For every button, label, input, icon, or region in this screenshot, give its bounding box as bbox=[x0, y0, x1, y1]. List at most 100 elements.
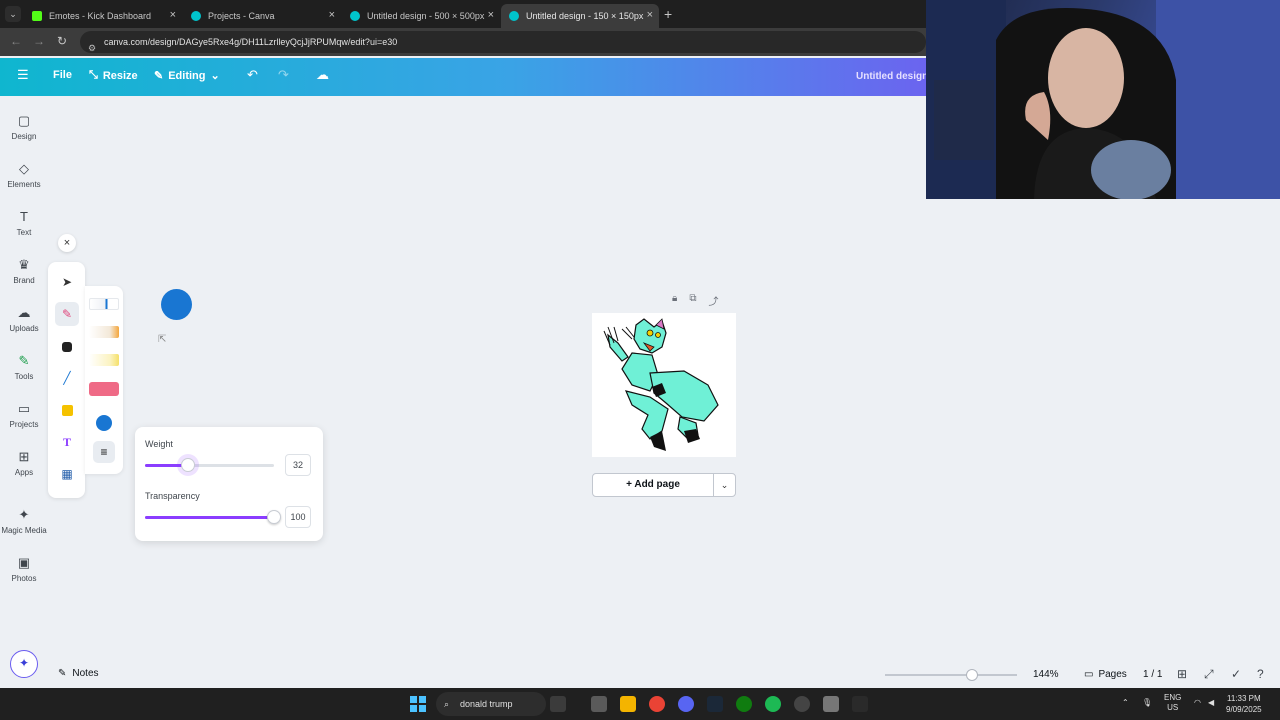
color-swatch-button[interactable] bbox=[96, 415, 112, 431]
document-title[interactable]: Untitled design bbox=[856, 71, 928, 82]
character-illustration bbox=[603, 318, 719, 451]
table-tool-button[interactable]: ▦ bbox=[55, 462, 79, 486]
chevron-up-icon[interactable]: ⌃ bbox=[1122, 698, 1129, 707]
file-button[interactable]: File bbox=[53, 69, 72, 81]
table-icon: ▦ bbox=[61, 467, 73, 481]
close-icon[interactable]: × bbox=[329, 9, 335, 21]
pen-button[interactable] bbox=[89, 298, 119, 310]
notes-button[interactable]: ✎ Notes bbox=[58, 668, 99, 679]
tab-untitled-150[interactable]: Untitled design - 150 × 150px × bbox=[501, 4, 659, 28]
help-icon[interactable]: ? bbox=[1257, 667, 1264, 681]
zoom-slider-thumb[interactable] bbox=[966, 669, 979, 681]
sticky-note-tool-button[interactable] bbox=[55, 398, 79, 422]
taskbar-clock[interactable]: 11:33 PM 9/09/2025 bbox=[1226, 693, 1262, 715]
microphone-icon[interactable]: 🎙︎ bbox=[1142, 698, 1152, 707]
close-icon[interactable]: × bbox=[647, 9, 653, 21]
volume-icon[interactable]: ◀ bbox=[1208, 698, 1214, 707]
weight-input[interactable]: 32 bbox=[285, 454, 311, 476]
shapes-tool-button[interactable] bbox=[55, 334, 79, 358]
transparency-slider-thumb[interactable] bbox=[267, 510, 281, 524]
text-icon: T bbox=[20, 209, 28, 224]
pages-button[interactable]: ▭ Pages bbox=[1084, 669, 1127, 680]
elements-icon: ◇ bbox=[19, 161, 29, 176]
chevron-down-icon: ⌄ bbox=[720, 480, 729, 490]
reload-icon[interactable]: ↻ bbox=[57, 34, 67, 48]
sidebar-item-design[interactable]: ▢ Design bbox=[0, 112, 48, 141]
editing-mode-button[interactable]: ✎ Editing ⌄ bbox=[154, 69, 220, 83]
check-icon[interactable]: ✓ bbox=[1231, 667, 1241, 681]
add-page-button[interactable]: + Add page bbox=[592, 473, 714, 497]
undo-icon[interactable]: ↶ bbox=[247, 67, 258, 83]
draw-toolbar: ➤ ✎ ╱ T ▦ bbox=[48, 262, 85, 498]
close-icon[interactable]: × bbox=[488, 9, 494, 21]
redo-icon[interactable]: ↷ bbox=[278, 67, 289, 83]
wifi-icon[interactable]: ◠ bbox=[1194, 698, 1201, 707]
stroke-weight-button[interactable]: ≡ bbox=[93, 441, 115, 463]
line-weight-icon: ≡ bbox=[100, 445, 108, 459]
chrome-icon[interactable] bbox=[649, 696, 665, 712]
taskbar-search[interactable]: ⌕ donald trump bbox=[436, 692, 546, 716]
select-tool-button[interactable]: ➤ bbox=[55, 270, 79, 294]
steam-icon[interactable] bbox=[707, 696, 723, 712]
search-highlight-icon[interactable] bbox=[550, 696, 566, 712]
weight-slider-thumb[interactable] bbox=[180, 458, 195, 472]
sidebar-item-text[interactable]: T Text bbox=[0, 208, 48, 237]
notes-icon: ✎ bbox=[58, 668, 67, 679]
forward-icon[interactable]: → bbox=[33, 34, 45, 48]
tab-projects-canva[interactable]: Projects - Canva × bbox=[183, 4, 341, 28]
zoom-slider[interactable] bbox=[885, 669, 1017, 681]
windows-start-icon[interactable] bbox=[410, 696, 426, 712]
sidebar-item-projects[interactable]: ▭ Projects bbox=[0, 400, 48, 429]
app-icon[interactable] bbox=[852, 696, 868, 712]
language-indicator[interactable]: ENG US bbox=[1164, 693, 1181, 713]
resize-button[interactable]: ⤡ Resize bbox=[89, 69, 138, 82]
design-icon: ▢ bbox=[17, 113, 31, 128]
text-tool-button[interactable]: T bbox=[55, 430, 79, 454]
url-field[interactable]: ⚙ canva.com/design/DAGye5Rxe4g/DH11Lzrll… bbox=[80, 31, 926, 53]
sidebar-item-uploads[interactable]: ☁ Uploads bbox=[0, 304, 48, 333]
grid-view-icon[interactable]: ⊞ bbox=[1177, 667, 1187, 681]
tab-title: Projects - Canva bbox=[208, 11, 275, 21]
file-explorer-icon[interactable] bbox=[620, 696, 636, 712]
eraser-button[interactable] bbox=[89, 382, 119, 396]
draw-tool-button[interactable]: ✎ bbox=[55, 302, 79, 326]
obs-icon[interactable] bbox=[794, 696, 810, 712]
spotify-icon[interactable] bbox=[765, 696, 781, 712]
lock-icon[interactable]: 🔒︎ bbox=[672, 293, 677, 308]
sidebar-item-apps[interactable]: ⊞ Apps bbox=[0, 448, 48, 477]
cloud-save-icon[interactable]: ☁ bbox=[316, 67, 329, 83]
sidebar-item-label: Uploads bbox=[9, 324, 39, 333]
task-view-icon[interactable] bbox=[591, 696, 607, 712]
close-draw-button[interactable]: × bbox=[58, 234, 76, 252]
close-icon[interactable]: × bbox=[170, 9, 176, 21]
marker-button[interactable] bbox=[89, 326, 119, 338]
design-page[interactable] bbox=[592, 313, 736, 457]
zoom-level[interactable]: 144% bbox=[1033, 669, 1059, 680]
settings-icon[interactable] bbox=[823, 696, 839, 712]
sidebar-item-tools[interactable]: ✎ Tools bbox=[0, 352, 48, 381]
weight-slider[interactable] bbox=[145, 458, 274, 472]
discord-icon[interactable] bbox=[678, 696, 694, 712]
fullscreen-icon[interactable]: ⤢ bbox=[1204, 667, 1214, 682]
tab-kick-dashboard[interactable]: Emotes - Kick Dashboard × bbox=[24, 4, 182, 28]
site-info-icon[interactable]: ⚙ bbox=[88, 37, 96, 59]
add-page-icon[interactable]: ⤴ bbox=[708, 293, 718, 308]
new-tab-button[interactable]: + bbox=[664, 6, 672, 22]
back-icon[interactable]: ← bbox=[10, 34, 22, 48]
line-tool-button[interactable]: ╱ bbox=[55, 366, 79, 390]
sidebar-item-photos[interactable]: ▣ Photos bbox=[0, 554, 48, 583]
tab-untitled-500[interactable]: Untitled design - 500 × 500px × bbox=[342, 4, 500, 28]
transparency-input[interactable]: 100 bbox=[285, 506, 311, 528]
sidebar-item-brand[interactable]: ♛ Brand bbox=[0, 256, 48, 285]
transparency-slider-fill bbox=[145, 516, 274, 519]
duplicate-page-icon[interactable]: ⧉ bbox=[689, 293, 696, 308]
tab-list-button[interactable]: ⌄ bbox=[5, 6, 21, 22]
add-page-options-button[interactable]: ⌄ bbox=[713, 473, 736, 497]
highlighter-button[interactable] bbox=[89, 354, 119, 366]
transparency-slider[interactable] bbox=[145, 510, 281, 524]
sidebar-item-magic-media[interactable]: ✦ Magic Media bbox=[0, 506, 48, 535]
menu-icon[interactable]: ☰ bbox=[17, 67, 29, 83]
xbox-icon[interactable] bbox=[736, 696, 752, 712]
sidebar-item-elements[interactable]: ◇ Elements bbox=[0, 160, 48, 189]
tab-title: Untitled design - 150 × 150px bbox=[526, 11, 644, 21]
